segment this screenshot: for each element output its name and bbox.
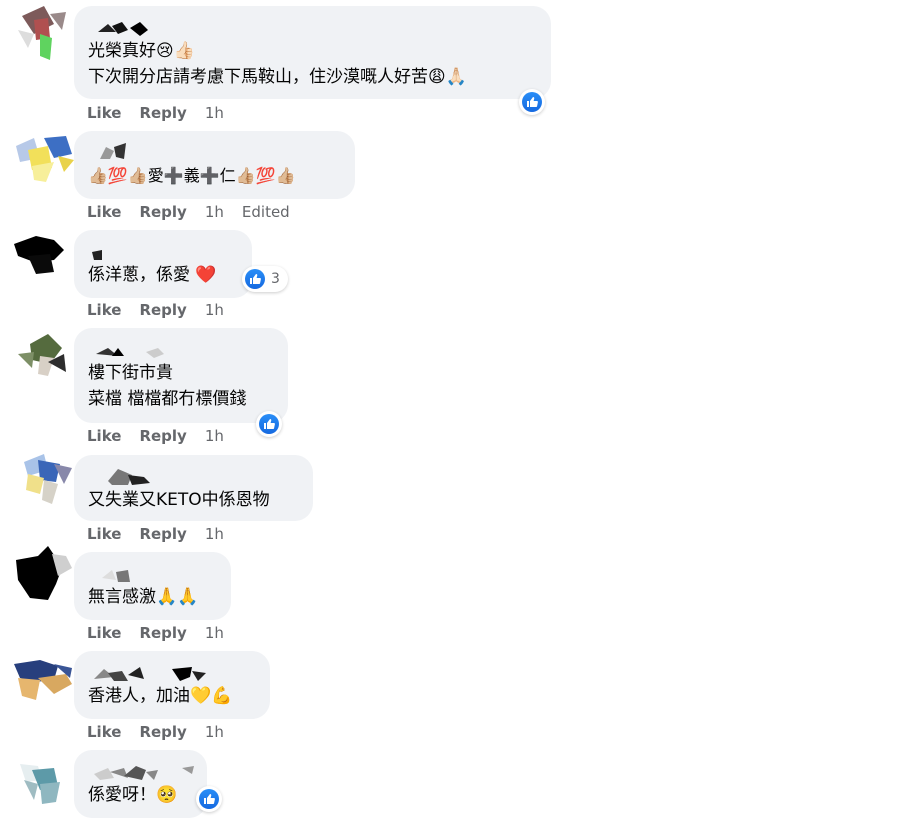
comment-actions: Like Reply 1h Edited (87, 203, 290, 221)
comment-text: 係洋蔥，係愛 ❤️ (88, 265, 217, 285)
comment-bubble: 樓下街市貴 菜檔 檔檔都冇標價錢 (74, 328, 288, 423)
comment-bubble: 👍🏼💯👍🏼愛➕義➕仁👍🏼💯👍🏼 (74, 131, 355, 199)
like-link[interactable]: Like (87, 427, 121, 445)
thumbs-up-icon (199, 789, 219, 809)
avatar[interactable] (14, 4, 74, 64)
avatar[interactable] (14, 654, 74, 714)
comment-actions: Like Reply 1h (87, 427, 242, 445)
like-reaction-badge[interactable] (519, 89, 545, 115)
avatar[interactable] (14, 132, 74, 192)
timestamp[interactable]: 1h (205, 624, 224, 642)
reply-link[interactable]: Reply (139, 203, 186, 221)
like-link[interactable]: Like (87, 203, 121, 221)
timestamp[interactable]: 1h (205, 723, 224, 741)
comment-bubble: 係洋蔥，係愛 ❤️ (74, 230, 252, 298)
redacted-name (88, 338, 274, 358)
like-reaction-badge[interactable] (256, 411, 282, 437)
comment-bubble: 光榮真好😢👍🏻 下次開分店請考慮下馬鞍山，住沙漠嘅人好苦😩🙏🏻 (74, 6, 551, 99)
reply-link[interactable]: Reply (139, 104, 186, 122)
comment-actions: Like Reply 1h (87, 723, 242, 741)
comment-bubble: 無言感激🙏🙏 (74, 552, 231, 620)
redacted-name (88, 661, 256, 681)
thumbs-up-icon (245, 269, 265, 289)
reaction-count: 3 (271, 271, 280, 287)
reply-link[interactable]: Reply (139, 723, 186, 741)
comment-bubble: 又失業又KETO中係恩物 (74, 455, 313, 521)
redacted-name (88, 240, 238, 260)
like-reaction-badge[interactable] (196, 786, 222, 812)
avatar[interactable] (14, 546, 74, 606)
reply-link[interactable]: Reply (139, 624, 186, 642)
avatar[interactable] (14, 450, 74, 510)
reply-link[interactable]: Reply (139, 301, 186, 319)
timestamp[interactable]: 1h (205, 104, 224, 122)
timestamp[interactable]: 1h (205, 427, 224, 445)
comment-text: 光榮真好😢👍🏻 下次開分店請考慮下馬鞍山，住沙漠嘅人好苦😩🙏🏻 (88, 41, 467, 87)
edited-label[interactable]: Edited (242, 203, 290, 221)
redacted-name (88, 562, 217, 582)
comment-text: 樓下街市貴 菜檔 檔檔都冇標價錢 (88, 363, 247, 409)
like-link[interactable]: Like (87, 525, 121, 543)
reply-link[interactable]: Reply (139, 525, 186, 543)
like-link[interactable]: Like (87, 104, 121, 122)
comment-actions: Like Reply 1h (87, 104, 242, 122)
reply-link[interactable]: Reply (139, 427, 186, 445)
timestamp[interactable]: 1h (205, 301, 224, 319)
like-link[interactable]: Like (87, 624, 121, 642)
reaction-count-pill[interactable]: 3 (242, 266, 288, 292)
comment-actions: Like Reply 1h (87, 525, 242, 543)
redacted-name (88, 16, 537, 36)
comment-actions: Like Reply 1h (87, 301, 242, 319)
comment-text: 係愛呀！🥺 (88, 785, 178, 805)
timestamp[interactable]: 1h (205, 525, 224, 543)
redacted-name (88, 141, 341, 161)
avatar[interactable] (14, 760, 74, 820)
comment-text: 又失業又KETO中係恩物 (88, 490, 270, 510)
avatar[interactable] (14, 230, 74, 290)
avatar[interactable] (14, 330, 74, 390)
redacted-name (88, 760, 194, 780)
comment-text: 無言感激🙏🙏 (88, 587, 199, 607)
comment-bubble: 係愛呀！🥺 (74, 750, 207, 818)
timestamp[interactable]: 1h (205, 203, 224, 221)
thumbs-up-icon (259, 414, 279, 434)
redacted-name (88, 465, 299, 487)
like-link[interactable]: Like (87, 301, 121, 319)
thumbs-up-icon (522, 92, 542, 112)
like-link[interactable]: Like (87, 723, 121, 741)
comment-bubble: 香港人，加油💛💪 (74, 651, 270, 719)
comment-text: 香港人，加油💛💪 (88, 686, 233, 706)
comment-actions: Like Reply 1h (87, 624, 242, 642)
comment-text: 👍🏼💯👍🏼愛➕義➕仁👍🏼💯👍🏼 (88, 166, 296, 185)
